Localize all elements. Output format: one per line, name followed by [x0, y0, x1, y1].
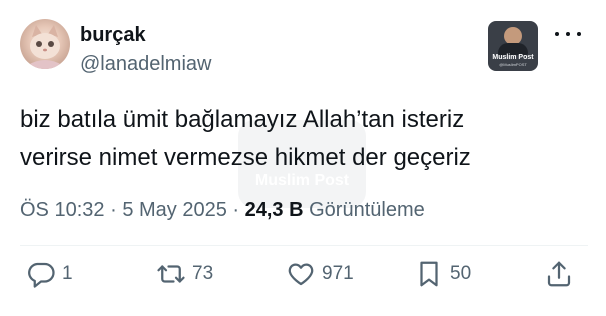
reply-button[interactable]: 1 [26, 258, 73, 290]
views-label: Görüntüleme [309, 199, 425, 221]
avatar[interactable] [20, 19, 70, 69]
reply-count: 1 [62, 263, 73, 284]
bookmark-count: 50 [450, 263, 472, 284]
tweet-time[interactable]: ÖS 10:32 [20, 199, 105, 221]
tweet-line: verirse nimet vermezse hikmet der geçeri… [20, 144, 471, 171]
tweet-line: biz batıla ümit bağlamayız Allah’tan ist… [20, 106, 465, 133]
retweet-count: 73 [192, 263, 214, 284]
user-handle[interactable]: @lanadelmiaw [80, 53, 211, 76]
tweet-text: biz batıla ümit bağlamayız Allah’tan ist… [20, 101, 580, 177]
like-count: 971 [322, 263, 354, 284]
logo-sub-text: @MuslimPOST [499, 62, 527, 67]
share-icon [547, 261, 571, 287]
bookmark-icon [420, 261, 438, 287]
tweet-meta: ÖS 10:32 · 5 May 2025 · 24,3 B Görüntüle… [20, 199, 425, 222]
tweet-card: burçak @lanadelmiaw Muslim Post @MuslimP… [0, 0, 606, 316]
divider [20, 245, 588, 246]
meta-separator: · [232, 199, 240, 221]
like-button[interactable]: 971 [286, 258, 354, 290]
more-options-icon[interactable] [555, 24, 581, 44]
logo-brand-text: Muslim Post [492, 54, 534, 61]
reply-icon [28, 262, 55, 288]
heart-icon [288, 263, 314, 286]
meta-separator: · [110, 199, 117, 221]
share-button[interactable] [544, 258, 574, 290]
retweet-button[interactable]: 73 [156, 258, 213, 290]
muslim-post-logo: Muslim Post @MuslimPOST [488, 21, 538, 71]
views-count: 24,3 B [244, 199, 304, 221]
display-name[interactable]: burçak [80, 24, 146, 47]
cat-avatar-icon [28, 25, 62, 69]
tweet-date[interactable]: 5 May 2025 [122, 199, 227, 221]
retweet-icon [157, 265, 185, 283]
bookmark-button[interactable]: 50 [414, 258, 471, 290]
